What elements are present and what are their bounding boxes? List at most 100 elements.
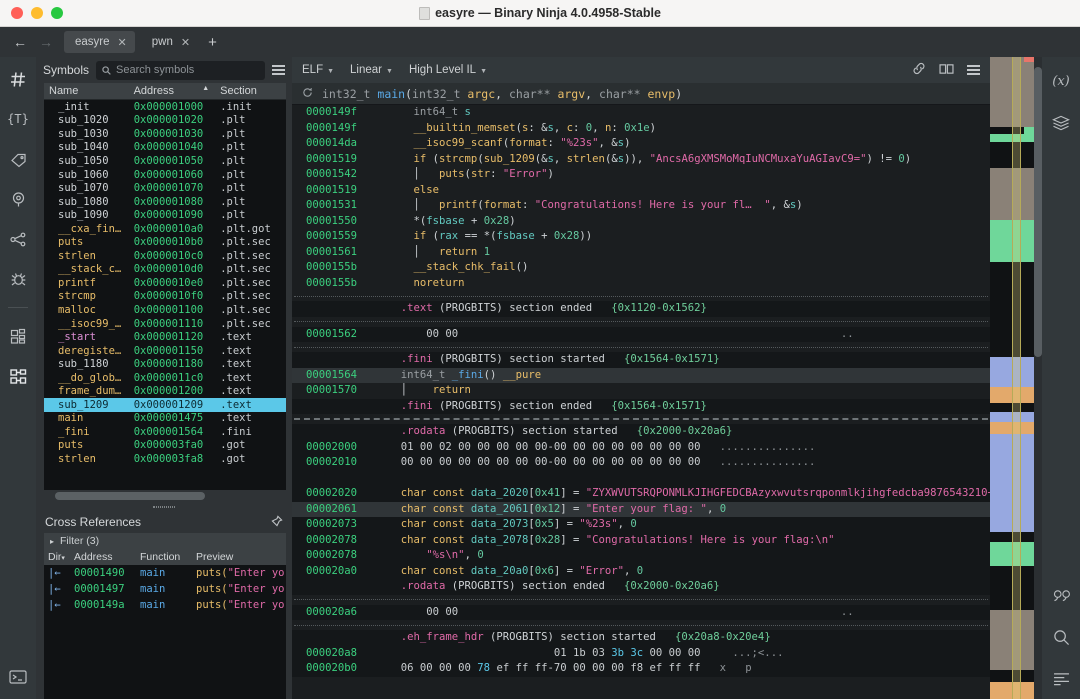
scrollbar-thumb[interactable] bbox=[55, 492, 205, 500]
components-icon[interactable] bbox=[5, 324, 31, 348]
code-line[interactable]: 00001519 else bbox=[292, 183, 990, 199]
code-line[interactable]: 00001550 *(fsbase + 0x28) bbox=[292, 214, 990, 230]
code-line[interactable]: 00002000 01 00 02 00 00 00 00 00-00 00 0… bbox=[292, 439, 990, 455]
code-lines[interactable]: 0000149f int64_t s 0000149f __builtin_me… bbox=[292, 105, 990, 699]
symbols-menu-icon[interactable] bbox=[272, 65, 285, 75]
table-row[interactable]: sub_1040 0x000001040 .plt bbox=[44, 141, 286, 155]
table-row[interactable]: |← 00001497 main puts("Enter yo bbox=[44, 581, 286, 597]
code-line[interactable]: 0000149f int64_t s bbox=[292, 105, 990, 121]
graph-icon[interactable] bbox=[5, 227, 31, 251]
table-row[interactable]: sub_1020 0x000001020 .plt bbox=[44, 114, 286, 128]
code-line[interactable]: 0000155b __stack_chk_fail() bbox=[292, 260, 990, 276]
table-row[interactable]: sub_1050 0x000001050 .plt bbox=[44, 154, 286, 168]
table-row[interactable]: sub_1209 0x000001209 .text bbox=[44, 398, 286, 412]
layout-dropdown[interactable]: Linear ▼ bbox=[350, 64, 393, 76]
search-symbols-input[interactable]: Search symbols bbox=[96, 60, 265, 80]
column-header-dir[interactable]: Dir▾ bbox=[44, 551, 70, 563]
table-row[interactable]: malloc 0x000001100 .plt.sec bbox=[44, 303, 286, 317]
search-icon[interactable] bbox=[1048, 625, 1074, 649]
table-row[interactable]: __stack_c… 0x0000010d0 .plt.sec bbox=[44, 263, 286, 277]
table-row[interactable]: __isoc99_… 0x000001110 .plt.sec bbox=[44, 317, 286, 331]
column-header-address[interactable]: Address bbox=[70, 551, 136, 563]
code-line[interactable] bbox=[292, 470, 990, 486]
refresh-icon[interactable] bbox=[302, 87, 313, 101]
code-line[interactable]: 00001542 │ puts(str: "Error") bbox=[292, 167, 990, 183]
code-line[interactable]: 00001561 │ return 1 bbox=[292, 245, 990, 261]
close-icon[interactable]: ✕ bbox=[118, 36, 127, 49]
code-line[interactable]: 00001562 00 00 .. bbox=[292, 326, 990, 342]
code-line[interactable]: 00002073 char const data_2073[0x5] = "%2… bbox=[292, 517, 990, 533]
types-icon[interactable]: {T} bbox=[5, 107, 31, 131]
symbols-rows[interactable]: _init 0x000001000 .init sub_1020 0x00000… bbox=[44, 100, 286, 490]
il-level-dropdown[interactable]: High Level IL ▼ bbox=[409, 64, 487, 76]
table-row[interactable]: frame_dum… 0x000001200 .text bbox=[44, 384, 286, 398]
table-row[interactable]: printf 0x0000010e0 .plt.sec bbox=[44, 276, 286, 290]
variables-icon[interactable]: (x) bbox=[1048, 69, 1074, 93]
table-row[interactable]: main 0x000001475 .text bbox=[44, 412, 286, 426]
column-header-name[interactable]: Name bbox=[44, 85, 129, 97]
table-row[interactable]: sub_1180 0x000001180 .text bbox=[44, 357, 286, 371]
log-icon[interactable] bbox=[1048, 667, 1074, 691]
table-row[interactable]: strlen 0x0000010c0 .plt.sec bbox=[44, 249, 286, 263]
table-row[interactable]: sub_1070 0x000001070 .plt bbox=[44, 181, 286, 195]
table-row[interactable]: |← 0000149a main puts("Enter yo bbox=[44, 597, 286, 613]
code-line[interactable]: .fini (PROGBITS) section started {0x1564… bbox=[292, 352, 990, 368]
code-line[interactable]: 00002010 00 00 00 00 00 00 00 00-00 00 0… bbox=[292, 455, 990, 471]
chevron-right-icon[interactable]: ▸ bbox=[50, 537, 54, 546]
panel-splitter[interactable] bbox=[36, 502, 292, 511]
table-row[interactable]: puts 0x0000010b0 .plt.sec bbox=[44, 235, 286, 249]
table-row[interactable]: |← 00001490 main puts("Enter yo bbox=[44, 565, 286, 581]
xrefs-filter[interactable]: ▸ Filter (3) bbox=[44, 533, 286, 549]
table-row[interactable]: sub_1060 0x000001060 .plt bbox=[44, 168, 286, 182]
table-row[interactable]: __cxa_fin… 0x0000010a0 .plt.got bbox=[44, 222, 286, 236]
table-row[interactable]: sub_1090 0x000001090 .plt bbox=[44, 208, 286, 222]
code-line[interactable]: .rodata (PROGBITS) section started {0x20… bbox=[292, 424, 990, 440]
table-row[interactable]: _start 0x000001120 .text bbox=[44, 330, 286, 344]
code-view-menu-icon[interactable] bbox=[967, 65, 980, 75]
code-line[interactable]: 00001531 │ printf(format: "Congratulatio… bbox=[292, 198, 990, 214]
code-line[interactable]: 000014da __isoc99_scanf(format: "%23s", … bbox=[292, 136, 990, 152]
tab-pwn[interactable]: pwn ✕ bbox=[141, 31, 198, 53]
tab-easyre[interactable]: easyre ✕ bbox=[64, 31, 135, 53]
code-line[interactable]: .fini (PROGBITS) section ended {0x1564-0… bbox=[292, 398, 990, 414]
table-row[interactable]: _fini 0x000001564 .fini bbox=[44, 425, 286, 439]
scrollbar-thumb[interactable] bbox=[1034, 67, 1042, 357]
symbols-icon[interactable] bbox=[5, 67, 31, 91]
table-row[interactable]: puts 0x000003fa0 .got bbox=[44, 439, 286, 453]
debugger-icon[interactable] bbox=[5, 267, 31, 291]
close-icon[interactable]: ✕ bbox=[181, 36, 190, 49]
terminal-icon[interactable] bbox=[5, 665, 31, 689]
back-button[interactable]: ← bbox=[8, 31, 32, 53]
split-pane-icon[interactable] bbox=[939, 63, 954, 78]
code-line[interactable]: .rodata (PROGBITS) section ended {0x2000… bbox=[292, 579, 990, 595]
column-header-address[interactable]: Address ▲ bbox=[129, 85, 216, 97]
strings-icon[interactable] bbox=[1048, 583, 1074, 607]
cross-references-icon[interactable] bbox=[5, 364, 31, 388]
code-line[interactable]: 00001570 │ return bbox=[292, 383, 990, 399]
code-line[interactable]: 00001519 if (strcmp(sub_1209(&s, strlen(… bbox=[292, 152, 990, 168]
xrefs-rows[interactable]: |← 00001490 main puts("Enter yo |← 00001… bbox=[44, 565, 286, 613]
forward-button[interactable]: → bbox=[34, 31, 58, 53]
new-tab-button[interactable]: + bbox=[200, 34, 225, 51]
code-line[interactable]: 0000149f __builtin_memset(s: &s, c: 0, n… bbox=[292, 121, 990, 137]
code-line[interactable]: .eh_frame_hdr (PROGBITS) section started… bbox=[292, 630, 990, 646]
table-row[interactable]: sub_1080 0x000001080 .plt bbox=[44, 195, 286, 209]
pin-icon[interactable] bbox=[271, 514, 283, 530]
code-line[interactable]: 000020a8 01 1b 03 3b 3c 00 00 00 ...;<..… bbox=[292, 645, 990, 661]
bookmarks-icon[interactable] bbox=[5, 187, 31, 211]
table-row[interactable]: deregiste… 0x000001150 .text bbox=[44, 344, 286, 358]
minimap-scrollbar[interactable] bbox=[1034, 57, 1042, 699]
table-row[interactable]: sub_1030 0x000001030 .plt bbox=[44, 127, 286, 141]
table-row[interactable]: strcmp 0x0000010f0 .plt.sec bbox=[44, 290, 286, 304]
column-header-section[interactable]: Section bbox=[215, 85, 286, 97]
link-icon[interactable] bbox=[912, 62, 926, 78]
table-row[interactable]: _init 0x000001000 .init bbox=[44, 100, 286, 114]
code-line[interactable]: 00001559 if (rax == *(fsbase + 0x28)) bbox=[292, 229, 990, 245]
xrefs-table[interactable]: Dir▾ Address Function Preview |← 0000149… bbox=[44, 549, 286, 699]
code-line[interactable]: 00002020 char const data_2020[0x41] = "Z… bbox=[292, 486, 990, 502]
code-line[interactable]: 00001564 int64_t _fini() __pure bbox=[292, 367, 990, 383]
code-line[interactable]: 000020b0 06 00 00 00 78 ef ff ff-70 00 0… bbox=[292, 661, 990, 677]
code-line[interactable]: 000020a6 00 00 .. bbox=[292, 604, 990, 620]
symbols-hscrollbar[interactable] bbox=[44, 490, 286, 502]
code-line[interactable]: 00002061 char const data_2061[0x12] = "E… bbox=[292, 501, 990, 517]
